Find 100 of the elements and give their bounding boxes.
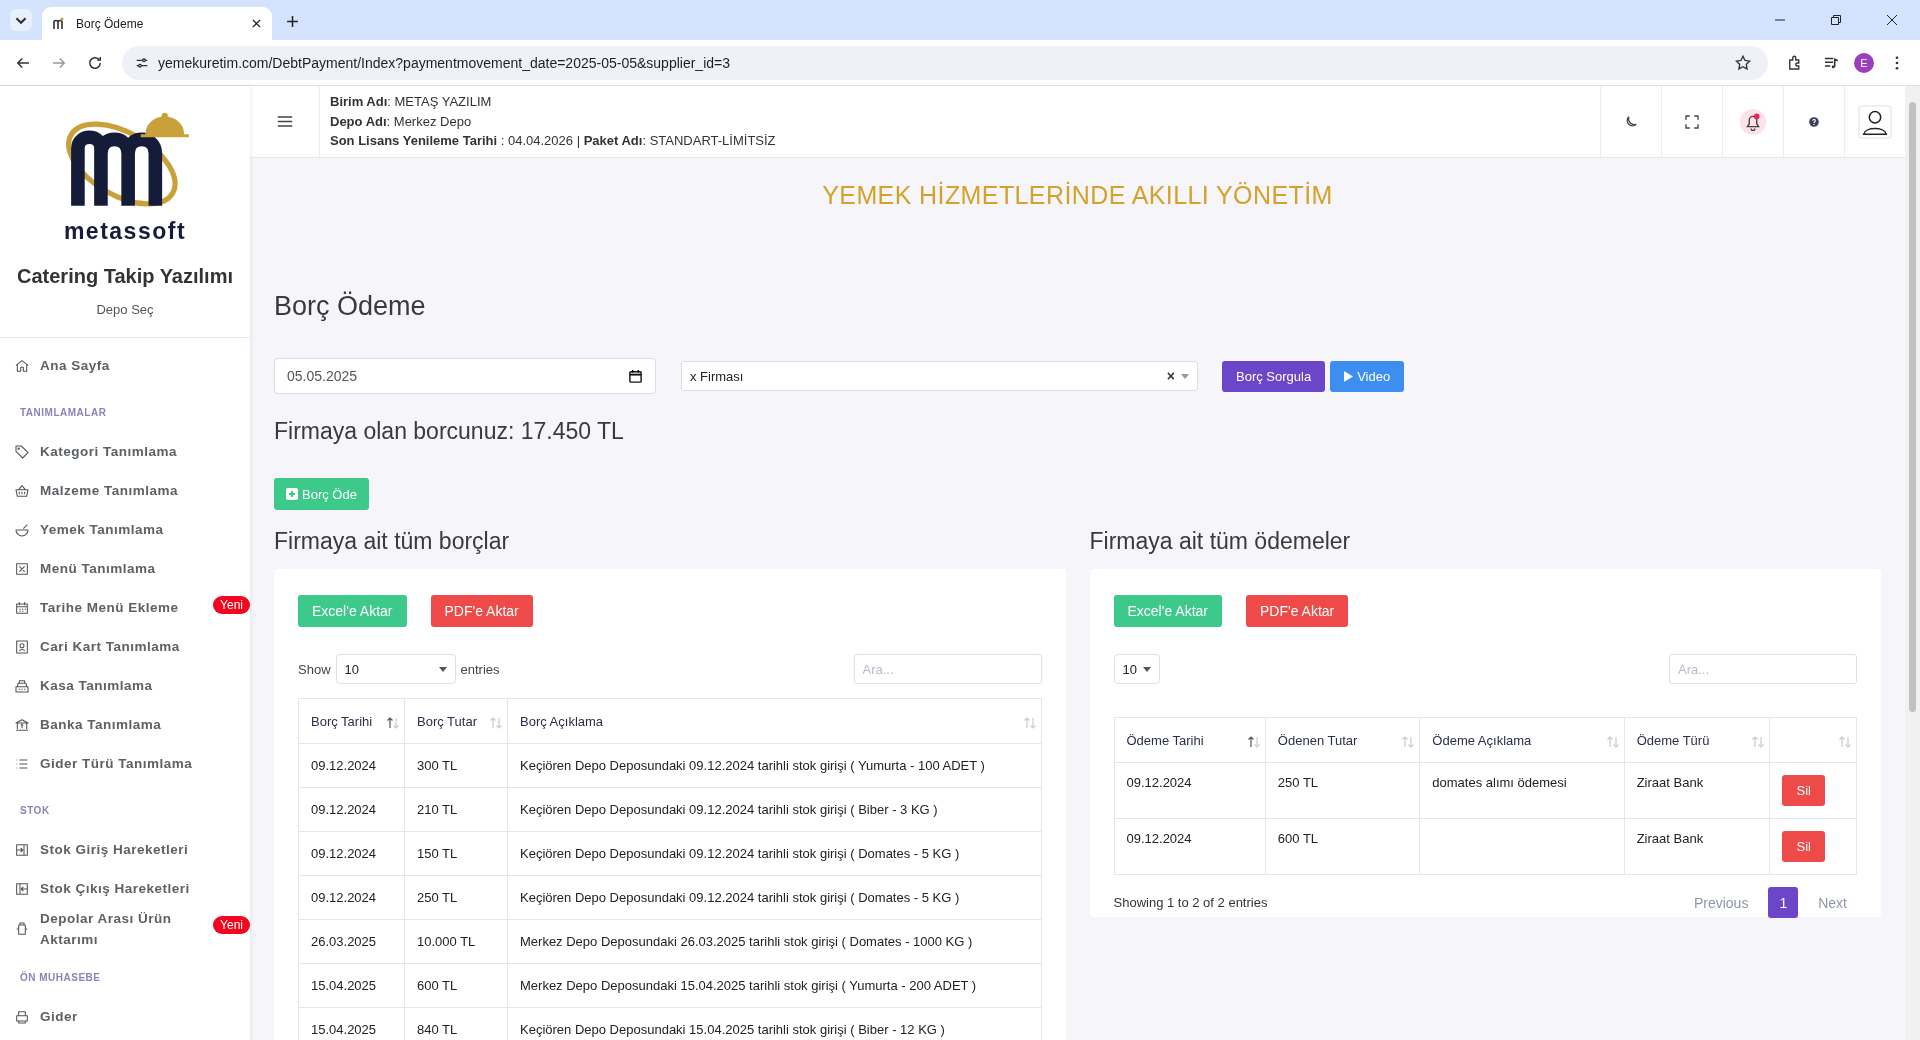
export-button[interactable]: PDF'e Aktar <box>1246 595 1349 627</box>
page-title: Borç Ödeme <box>274 291 427 322</box>
table-cell: 15.04.2025 <box>298 963 405 1008</box>
column-header[interactable]: Ödenen Tutar <box>1265 717 1420 763</box>
bank-icon <box>14 716 30 733</box>
table-cell: 210 TL <box>404 787 508 832</box>
section-title: Firmaya ait tüm borçlar <box>274 528 511 555</box>
caret-icon <box>1142 666 1151 672</box>
export-button[interactable]: PDF'e Aktar <box>430 595 533 627</box>
account-info-line: Son Lisans Yenileme Tarihi : 04.04.2026 | Paket Adı: STANDART-LİMİTSİZ <box>330 132 776 151</box>
browser-tab[interactable]: Borç Ödeme <box>42 7 272 40</box>
scrollbar[interactable] <box>1905 86 1920 1040</box>
close-tab-icon[interactable] <box>251 18 262 29</box>
supplier-select[interactable]: x Firması × <box>681 361 1198 391</box>
search-field[interactable]: Ara... <box>853 654 1042 684</box>
restore-icon[interactable] <box>1830 14 1842 26</box>
app-title: Catering Takip Yazılımı <box>17 265 233 288</box>
menu-item[interactable]: Stok Giriş Hareketleri <box>40 839 189 860</box>
delete-button[interactable]: Sil <box>1782 831 1825 862</box>
play-icon <box>1344 370 1354 382</box>
column-header[interactable]: Borç Tarihi <box>298 698 405 744</box>
table-cell: Keçiören Depo Deposundaki 09.12.2024 tarihli stok girişi ( Domates - 5 KG ) <box>507 831 1041 876</box>
delete-button[interactable]: Sil <box>1782 775 1825 806</box>
menu-item[interactable]: Gider <box>40 1006 78 1027</box>
enter-icon <box>14 841 30 858</box>
menu-item[interactable]: Stok Çıkış Hareketleri <box>40 878 190 899</box>
slogan-title: YEMEK HİZMETLERİNDE AKILLI YÖNETİM <box>821 181 1334 210</box>
date-field[interactable]: 05.05.2025 <box>274 358 656 394</box>
menu-icon[interactable] <box>275 114 294 129</box>
account-info-line: Birim Adı: METAŞ YAZILIM <box>330 93 493 112</box>
page-button[interactable]: 1 <box>1768 887 1799 918</box>
calendar-icon[interactable] <box>628 368 643 384</box>
section-title: Firmaya ait tüm ödemeler <box>1089 528 1352 555</box>
table-cell: Keçiören Depo Deposundaki 09.12.2024 tarihli stok girişi ( Biber - 3 KG ) <box>507 787 1041 832</box>
table-cell: 600 TL <box>1265 818 1420 875</box>
menu-item[interactable]: Ana Sayfa <box>40 355 110 376</box>
column-header[interactable]: Ödeme Türü <box>1624 717 1770 763</box>
address-field[interactable]: yemekuretim.com/DebtPayment/Index?paymentmovement_date=2025-05-05&supplier_id=3 <box>122 45 1768 80</box>
package-icon <box>14 921 30 937</box>
new-badge: Yeni <box>213 916 250 934</box>
page-length-select[interactable]: 10 <box>335 654 456 684</box>
close-window-icon[interactable] <box>1886 14 1898 26</box>
table-cell: 09.12.2024 <box>298 743 405 788</box>
tag-icon <box>14 443 30 460</box>
table-cell: domates alımı ödemesi <box>1419 762 1625 819</box>
menu-item[interactable]: Depolar Arası Ürün Aktarımı <box>40 908 214 950</box>
home-icon <box>14 357 30 374</box>
user-avatar-icon[interactable] <box>1858 104 1892 139</box>
column-header[interactable]: Borç Açıklama <box>507 698 1041 744</box>
notification-bell-icon[interactable] <box>1739 107 1767 136</box>
video-button[interactable]: Video <box>1330 360 1405 392</box>
debt-summary: Firmaya olan borcunuz: 17.450 TL <box>274 418 625 445</box>
column-header[interactable]: Ödeme Açıklama <box>1419 717 1625 763</box>
clear-selection-button[interactable]: × <box>1166 368 1175 384</box>
table-cell: Merkez Depo Deposundaki 15.04.2025 tarihli stok girişi ( Yumurta - 200 ADET ) <box>507 963 1041 1008</box>
menu-item[interactable]: Malzeme Tanımlama <box>40 480 179 501</box>
menu-item[interactable]: Menü Tanımlama <box>40 558 156 579</box>
caret-icon <box>1181 373 1189 379</box>
table-cell: 600 TL <box>404 963 508 1008</box>
tab-list-icon[interactable] <box>10 9 32 31</box>
plus-square-icon <box>286 488 298 500</box>
menu-section-heading: TANIMLAMALAR <box>19 406 108 420</box>
new-tab-icon[interactable] <box>286 15 299 28</box>
table-cell: Merkez Depo Deposundaki 26.03.2025 tarihli stok girişi ( Domates - 1000 KG ) <box>507 919 1041 964</box>
table-cell: 10.000 TL <box>404 919 508 964</box>
fullscreen-icon[interactable] <box>1683 112 1701 131</box>
menu-card-icon <box>14 560 30 577</box>
cash-register-icon <box>14 677 30 694</box>
calendar-icon <box>14 599 30 616</box>
depot-select-link[interactable]: Depo Seç <box>96 302 154 317</box>
menu-item[interactable]: Banka Tanımlama <box>40 714 162 735</box>
column-header[interactable]: Borç Tutar <box>404 698 508 744</box>
table-cell: 09.12.2024 <box>1114 818 1266 875</box>
exit-icon <box>14 880 30 897</box>
menu-item[interactable]: Gider Türü Tanımlama <box>40 753 193 774</box>
length-label: entries <box>460 661 500 677</box>
menu-section-heading: STOK <box>19 804 51 818</box>
menu-item[interactable]: Kategori Tanımlama <box>40 441 178 462</box>
basket-icon <box>14 482 30 499</box>
table-info: Showing 1 to 2 of 2 entries <box>1113 895 1268 910</box>
menu-item[interactable]: Yemek Tanımlama <box>40 519 164 540</box>
menu-item[interactable]: Cari Kart Tanımlama <box>40 636 180 657</box>
table-cell: Ziraat Bank <box>1624 818 1770 875</box>
menu-item[interactable]: Tarihe Menü Ekleme <box>40 597 179 618</box>
table-cell: 09.12.2024 <box>298 875 405 920</box>
table-cell: 250 TL <box>1265 762 1420 819</box>
contact-card-icon <box>14 638 30 655</box>
brand-name: metassoft <box>63 218 187 245</box>
search-field[interactable]: Ara... <box>1669 654 1857 684</box>
query-button[interactable]: Borç Sorgula <box>1222 360 1326 392</box>
table-cell: 26.03.2025 <box>298 919 405 964</box>
page-length-select[interactable]: 10 <box>1113 654 1160 684</box>
menu-item[interactable]: Kasa Tanımlama <box>40 675 153 696</box>
table-cell: 250 TL <box>404 875 508 920</box>
table-cell: Keçiören Depo Deposundaki 09.12.2024 tarihli stok girişi ( Yumurta - 100 ADET ) <box>507 743 1041 788</box>
column-header[interactable]: Ödeme Tarihi <box>1114 717 1266 763</box>
table-cell: 15.04.2025 <box>298 1007 405 1040</box>
table-cell: 150 TL <box>404 831 508 876</box>
table-cell: 09.12.2024 <box>298 831 405 876</box>
profile-avatar[interactable]: E <box>1854 52 1874 73</box>
